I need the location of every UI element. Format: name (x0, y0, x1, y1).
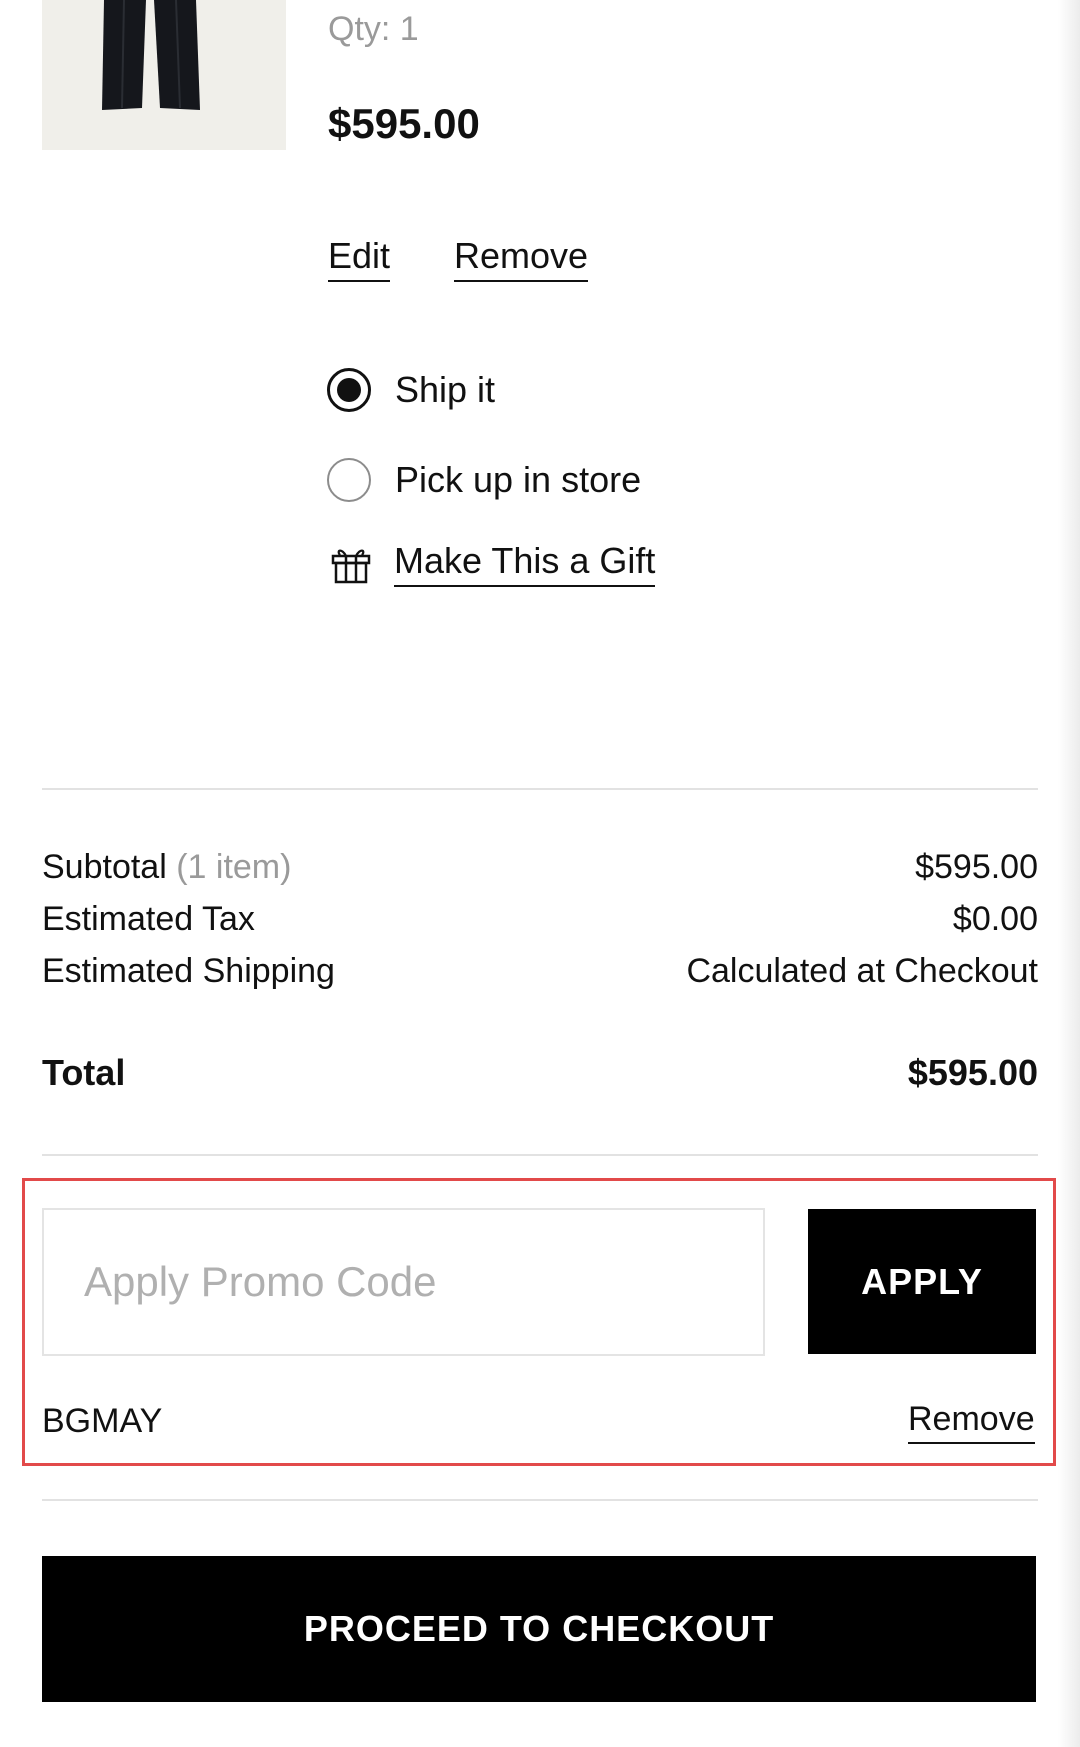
promo-code-input[interactable] (42, 1208, 765, 1356)
pickup-label: Pick up in store (395, 459, 642, 500)
shipping-label: Estimated Shipping (42, 952, 335, 990)
tax-row: Estimated Tax $0.00 (42, 900, 1038, 939)
make-gift-link[interactable]: Make This a Gift (394, 541, 656, 587)
subtotal-value: $595.00 (915, 848, 1038, 886)
apply-promo-button[interactable]: APPLY (808, 1209, 1036, 1354)
tax-value: $0.00 (952, 900, 1038, 938)
divider (42, 1154, 1038, 1156)
divider (42, 1499, 1038, 1501)
subtotal-row: Subtotal (1 item) $595.00 (42, 848, 1038, 887)
shipping-row: Estimated Shipping Calculated at Checkou… (42, 952, 1038, 991)
total-label: Total (42, 1052, 126, 1093)
ship-it-label: Ship it (395, 369, 496, 410)
remove-item-link[interactable]: Remove (454, 236, 589, 282)
ship-it-option[interactable]: Ship it (327, 368, 495, 412)
tax-label: Estimated Tax (42, 900, 255, 938)
pickup-radio[interactable] (327, 458, 371, 502)
remove-promo-link[interactable]: Remove (908, 1400, 1035, 1445)
applied-promo-code: BGMAY (42, 1402, 163, 1440)
gift-icon (331, 549, 371, 584)
scroll-edge-shadow (1058, 0, 1080, 1747)
divider (42, 788, 1038, 790)
product-price: $595.00 (328, 100, 480, 147)
subtotal-label-group: Subtotal (1 item) (42, 848, 291, 887)
radio-selected-dot (337, 378, 361, 402)
subtotal-item-count: (1 item) (176, 848, 292, 886)
trousers-image (42, 0, 286, 150)
total-value: $595.00 (907, 1052, 1038, 1093)
ship-it-radio[interactable] (327, 368, 371, 412)
subtotal-label: Subtotal (42, 848, 167, 886)
quantity-label: Qty: 1 (328, 10, 419, 48)
shipping-value: Calculated at Checkout (686, 952, 1038, 990)
total-row: Total $595.00 (42, 1052, 1038, 1094)
pickup-option[interactable]: Pick up in store (327, 458, 641, 502)
edit-item-link[interactable]: Edit (328, 236, 391, 282)
product-thumbnail[interactable] (42, 0, 286, 150)
proceed-to-checkout-button[interactable]: PROCEED TO CHECKOUT (42, 1556, 1036, 1702)
